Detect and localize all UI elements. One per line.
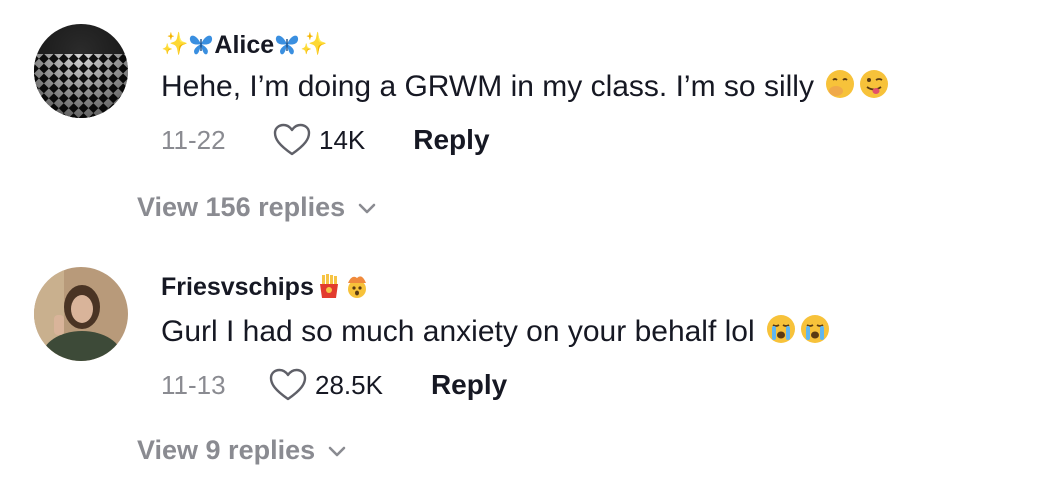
- chevron-down-icon: [358, 203, 376, 213]
- loudly-crying-face-emoji: [767, 315, 796, 343]
- reply-button[interactable]: Reply: [413, 124, 489, 156]
- exploding-head-icon: [347, 276, 366, 298]
- comment-text: Hehe, I’m doing a GRWM in my class. I’m …: [161, 70, 814, 103]
- comment-text-line: Hehe, I’m doing a GRWM in my class. I’m …: [161, 68, 890, 105]
- sparkles-icon: ✨: [300, 31, 328, 56]
- comment-date: 11-13: [161, 369, 226, 400]
- avatar[interactable]: [34, 267, 128, 361]
- like-button[interactable]: 28.5K: [269, 368, 383, 402]
- like-count: 28.5K: [315, 369, 383, 400]
- heart-icon: [269, 368, 307, 401]
- like-count: 14K: [319, 124, 366, 155]
- comment-text-line: Gurl I had so much anxiety on your behal…: [161, 313, 831, 350]
- loudly-crying-face-emoji: [801, 315, 830, 343]
- butterfly-icon: [276, 35, 299, 55]
- profile-photo-avatar-image: [34, 267, 128, 361]
- chevron-down-icon: [328, 446, 346, 456]
- sparkles-icon: ✨: [161, 31, 189, 56]
- comment-text: Gurl I had so much anxiety on your behal…: [161, 315, 755, 348]
- avatar[interactable]: [34, 24, 128, 118]
- comment-username[interactable]: Friesvschips: [161, 272, 370, 302]
- view-replies-label: View 156 replies: [137, 192, 346, 222]
- username-label: Friesvschips: [161, 273, 314, 301]
- heart-icon: [273, 123, 311, 156]
- comment-username[interactable]: ✨ Alice ✨: [161, 29, 328, 60]
- like-button[interactable]: 14K: [273, 123, 365, 157]
- comment-meta: 11-13 28.5K Reply: [161, 365, 507, 405]
- reply-button[interactable]: Reply: [431, 369, 507, 401]
- face-with-hand-over-mouth-emoji: [826, 70, 855, 98]
- winking-face-with-tongue-emoji: [860, 70, 889, 98]
- french-fries-icon: [319, 274, 338, 298]
- username-label: Alice: [214, 31, 275, 59]
- comment-date: 11-22: [161, 124, 226, 155]
- comment-item: ✨ Alice ✨ Hehe, I’m doing a GRWM in my c…: [0, 0, 1040, 245]
- butterfly-icon: [190, 35, 213, 55]
- view-replies-button[interactable]: View 9 replies: [137, 435, 347, 466]
- view-replies-label: View 9 replies: [137, 435, 316, 465]
- checkerboard-avatar-image: [34, 24, 128, 118]
- comment-item: Friesvschips Gurl I had so much anxiety …: [0, 245, 1040, 490]
- view-replies-button[interactable]: View 156 replies: [137, 192, 377, 223]
- comment-meta: 11-22 14K Reply: [161, 120, 490, 160]
